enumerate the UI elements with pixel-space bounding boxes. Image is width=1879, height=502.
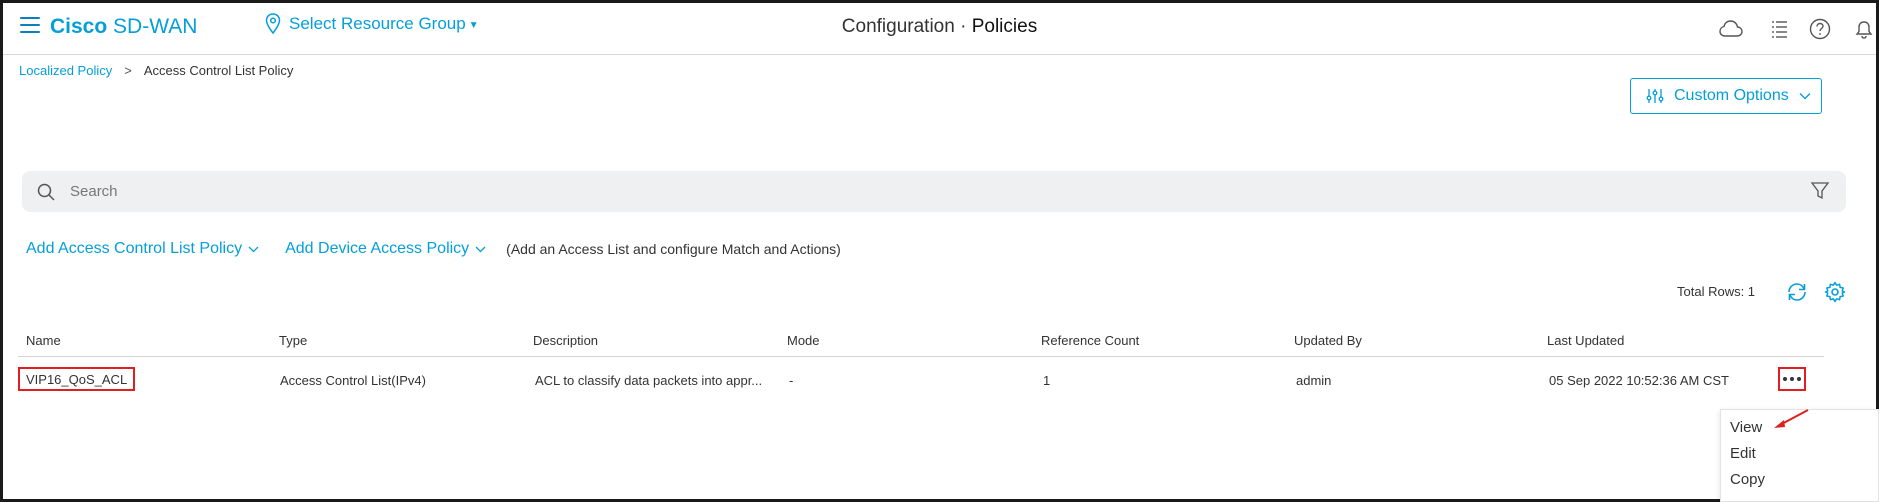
- chevron-down-icon: [475, 246, 486, 252]
- chevron-down-icon: [248, 246, 259, 252]
- menu-item-copy[interactable]: Copy: [1730, 471, 1765, 488]
- breadcrumb: Localized Policy > Access Control List P…: [19, 63, 293, 78]
- ellipsis-icon: [1783, 377, 1787, 381]
- gear-icon[interactable]: [1824, 281, 1846, 303]
- annotation-arrow-icon: [1774, 409, 1809, 428]
- cell-mode: -: [789, 373, 794, 388]
- cell-type: Access Control List(IPv4): [280, 373, 426, 388]
- search-bar: [22, 171, 1846, 212]
- policy-actions: Add Access Control List Policy Add Devic…: [26, 240, 841, 258]
- search-icon: [37, 183, 55, 201]
- col-reference-count[interactable]: Reference Count: [1041, 333, 1139, 348]
- col-last-updated[interactable]: Last Updated: [1547, 333, 1624, 348]
- total-rows: Total Rows: 1: [1677, 284, 1756, 299]
- policy-name-link[interactable]: VIP16_QoS_ACL: [18, 367, 136, 391]
- cloud-icon[interactable]: [1718, 16, 1744, 42]
- custom-options-button[interactable]: Custom Options: [1630, 78, 1822, 114]
- cell-last-updated: 05 Sep 2022 10:52:36 AM CST: [1549, 373, 1729, 388]
- menu-item-view[interactable]: View: [1730, 419, 1762, 436]
- cell-description: ACL to classify data packets into appr..…: [535, 373, 763, 388]
- breadcrumb-current: Access Control List Policy: [143, 63, 294, 78]
- sliders-icon: [1646, 89, 1664, 103]
- col-updated-by[interactable]: Updated By: [1294, 333, 1362, 348]
- col-description[interactable]: Description: [533, 333, 598, 348]
- more-actions-button[interactable]: [1778, 367, 1806, 391]
- menu-item-edit[interactable]: Edit: [1730, 445, 1756, 462]
- add-acl-policy-label: Add Access Control List Policy: [26, 240, 243, 257]
- page-title: Configuration · Policies: [3, 16, 1876, 38]
- custom-options-label: Custom Options: [1674, 87, 1789, 104]
- cell-reference-count: 1: [1043, 373, 1051, 388]
- table-header: Name Type Description Mode Reference Cou…: [18, 333, 1824, 357]
- add-device-access-policy-button[interactable]: Add Device Access Policy: [285, 240, 486, 258]
- help-icon[interactable]: [1807, 16, 1833, 42]
- search-input[interactable]: [70, 183, 1770, 200]
- list-icon[interactable]: [1766, 16, 1792, 42]
- breadcrumb-localized-policy[interactable]: Localized Policy: [19, 63, 112, 78]
- chevron-down-icon: [1799, 93, 1811, 100]
- add-acl-policy-button[interactable]: Add Access Control List Policy: [26, 240, 259, 258]
- col-name[interactable]: Name: [26, 333, 61, 348]
- col-mode[interactable]: Mode: [787, 333, 820, 348]
- add-device-access-label: Add Device Access Policy: [285, 240, 470, 257]
- bell-icon[interactable]: [1851, 16, 1877, 42]
- filter-icon[interactable]: [1810, 181, 1830, 201]
- actions-hint: (Add an Access List and configure Match …: [506, 241, 841, 257]
- refresh-icon[interactable]: [1786, 281, 1808, 303]
- title-page: Policies: [971, 16, 1038, 37]
- top-header: Cisco SD-WAN Select Resource Group ▼ Con…: [3, 3, 1876, 55]
- title-separator: ·: [960, 16, 967, 37]
- cell-updated-by: admin: [1296, 373, 1332, 388]
- breadcrumb-separator: >: [124, 63, 132, 78]
- col-type[interactable]: Type: [279, 333, 307, 348]
- title-section: Configuration: [841, 16, 955, 37]
- table-row: VIP16_QoS_ACL Access Control List(IPv4) …: [18, 358, 1824, 404]
